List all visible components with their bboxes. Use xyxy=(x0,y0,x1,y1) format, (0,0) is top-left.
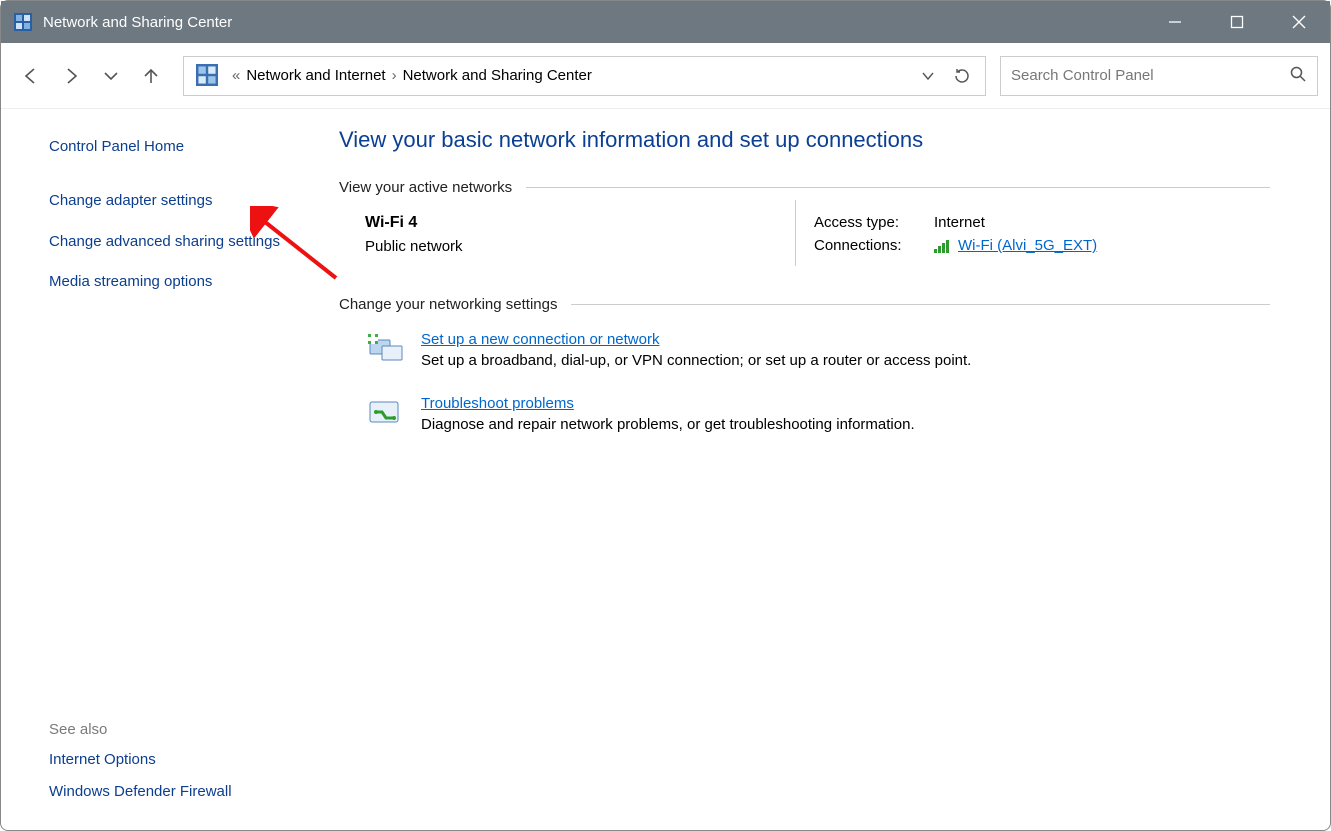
troubleshoot-icon xyxy=(365,395,407,431)
minimize-button[interactable] xyxy=(1144,1,1206,43)
troubleshoot-link[interactable]: Troubleshoot problems xyxy=(421,395,574,412)
breadcrumb-network-sharing-center[interactable]: Network and Sharing Center xyxy=(403,67,592,84)
main-content: View your basic network information and … xyxy=(309,109,1330,830)
search-icon[interactable] xyxy=(1289,65,1307,87)
setup-connection-desc: Set up a broadband, dial-up, or VPN conn… xyxy=(421,352,971,369)
search-input[interactable] xyxy=(1011,67,1289,84)
section-change-settings: Change your networking settings xyxy=(339,296,1270,313)
divider xyxy=(571,304,1270,305)
section-change-settings-label: Change your networking settings xyxy=(339,296,557,313)
sidebar-internet-options[interactable]: Internet Options xyxy=(49,750,289,770)
wifi-signal-icon xyxy=(934,239,952,253)
address-bar[interactable]: « Network and Internet › Network and Sha… xyxy=(183,56,986,96)
setup-connection-icon xyxy=(365,331,407,367)
network-type: Public network xyxy=(365,238,795,255)
section-active-networks: View your active networks xyxy=(339,179,1270,196)
up-button[interactable] xyxy=(131,56,171,96)
sidebar-media-streaming[interactable]: Media streaming options xyxy=(49,272,289,292)
divider xyxy=(526,187,1270,188)
recent-dropdown-button[interactable] xyxy=(91,56,131,96)
address-dropdown-button[interactable] xyxy=(911,59,945,93)
section-active-networks-label: View your active networks xyxy=(339,179,512,196)
access-type-value: Internet xyxy=(934,214,985,231)
breadcrumb-network-internet[interactable]: Network and Internet xyxy=(246,67,385,84)
troubleshoot-desc: Diagnose and repair network problems, or… xyxy=(421,416,915,433)
vertical-divider xyxy=(795,200,796,266)
network-name: Wi-Fi 4 xyxy=(365,214,795,232)
toolbar: « Network and Internet › Network and Sha… xyxy=(1,43,1330,109)
sidebar-windows-defender-firewall[interactable]: Windows Defender Firewall xyxy=(49,782,289,802)
access-type-label: Access type: xyxy=(814,214,934,231)
connection-link[interactable]: Wi-Fi (Alvi_5G_EXT) xyxy=(958,237,1097,254)
sidebar-control-panel-home[interactable]: Control Panel Home xyxy=(49,137,289,157)
titlebar: Network and Sharing Center xyxy=(1,1,1330,43)
see-also-label: See also xyxy=(49,721,289,738)
forward-button[interactable] xyxy=(51,56,91,96)
search-box[interactable] xyxy=(1000,56,1318,96)
setup-connection-link[interactable]: Set up a new connection or network xyxy=(421,331,659,348)
sidebar-change-adapter-settings[interactable]: Change adapter settings xyxy=(49,191,289,211)
page-heading: View your basic network information and … xyxy=(339,127,1270,153)
close-button[interactable] xyxy=(1268,1,1330,43)
maximize-button[interactable] xyxy=(1206,1,1268,43)
back-button[interactable] xyxy=(11,56,51,96)
window-title: Network and Sharing Center xyxy=(43,14,232,31)
control-panel-path-icon xyxy=(196,64,220,88)
chevron-right-icon: › xyxy=(392,67,397,84)
sidebar: Control Panel Home Change adapter settin… xyxy=(1,109,309,830)
overflow-chevron-icon[interactable]: « xyxy=(232,67,240,84)
sidebar-change-advanced-sharing[interactable]: Change advanced sharing settings xyxy=(49,232,289,252)
control-panel-icon xyxy=(13,12,33,32)
refresh-button[interactable] xyxy=(945,59,979,93)
connections-label: Connections: xyxy=(814,237,934,254)
